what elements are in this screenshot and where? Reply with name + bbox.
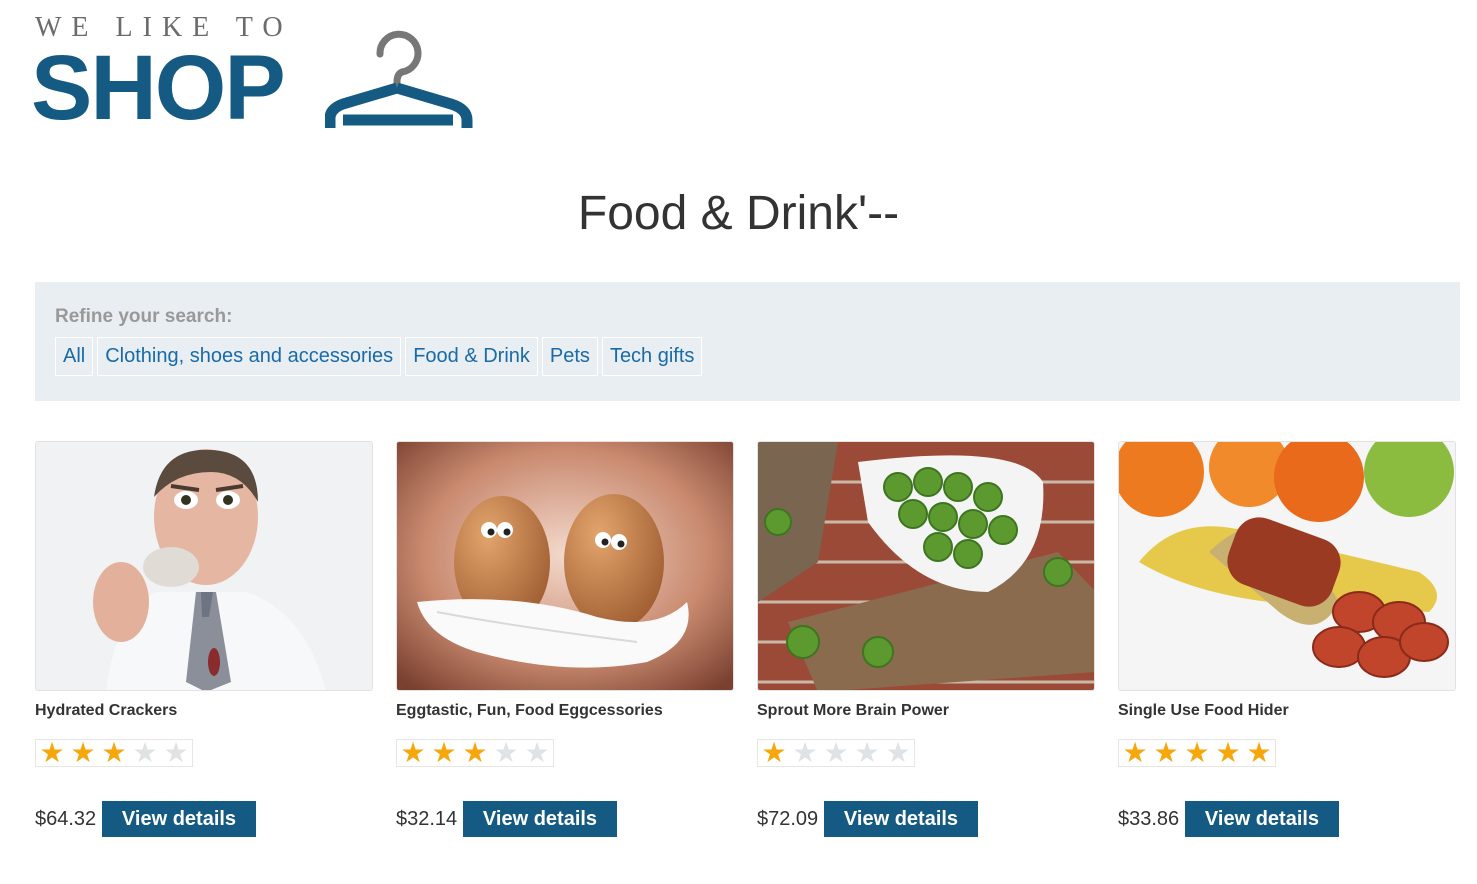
star-filled-icon: ★ [1184, 737, 1210, 768]
product-name: Sprout More Brain Power [757, 702, 950, 719]
view-details-button[interactable]: View details [1185, 801, 1339, 837]
star-filled-icon: ★ [1153, 737, 1179, 768]
star-rating: ★ ★ ★ ★ ★ [1118, 739, 1276, 767]
filter-label: Refine your search: [55, 306, 233, 327]
product-name: Single Use Food Hider [1118, 702, 1289, 719]
brussels-sprouts-image [758, 442, 1094, 690]
star-filled-icon: ★ [400, 737, 426, 768]
product-name: Eggtastic, Fun, Food Eggcessories [396, 702, 663, 719]
filter-panel: Refine your search: All Clothing, shoes … [35, 282, 1460, 401]
star-filled-icon: ★ [462, 737, 488, 768]
category-link-pets[interactable]: Pets [541, 337, 598, 376]
site-logo[interactable]: WE LIKE TO SHOP [31, 12, 475, 134]
view-details-button[interactable]: View details [463, 801, 617, 837]
category-link-food-drink[interactable]: Food & Drink [405, 337, 538, 376]
page-title: Food & Drink'-- [577, 187, 900, 240]
product-card: Single Use Food Hider ★ ★ ★ ★ ★ $33.86 View … [1118, 441, 1456, 837]
star-filled-icon: ★ [1122, 737, 1148, 768]
cartoon-eggs-image [397, 442, 733, 690]
category-link-all[interactable]: All [55, 337, 94, 376]
star-filled-icon: ★ [761, 737, 787, 768]
star-filled-icon: ★ [1246, 737, 1272, 768]
product-card: Hydrated Crackers ★ ★ ★ ★ ★ $64.32 View deta… [35, 441, 373, 837]
product-image [396, 441, 734, 691]
product-price: $33.86 [1118, 808, 1180, 830]
star-rating: ★ ★ ★ ★ ★ [757, 739, 915, 767]
logo-name: SHOP [31, 37, 286, 139]
star-filled-icon: ★ [70, 737, 96, 768]
category-link-tech-gifts[interactable]: Tech gifts [601, 337, 703, 376]
star-empty-icon: ★ [132, 737, 158, 768]
product-price: $32.14 [396, 808, 458, 830]
man-eating-cracker-image [36, 442, 372, 690]
category-link-clothing[interactable]: Clothing, shoes and accessories [97, 337, 402, 376]
star-filled-icon: ★ [101, 737, 127, 768]
product-image [35, 441, 373, 691]
product-price: $64.32 [35, 808, 97, 830]
star-filled-icon: ★ [431, 737, 457, 768]
star-empty-icon: ★ [854, 737, 880, 768]
star-empty-icon: ★ [493, 737, 519, 768]
product-card: Eggtastic, Fun, Food Eggcessories ★ ★ ★ ★ ★ … [396, 441, 734, 837]
sausage-in-banana-image [1119, 442, 1455, 690]
product-card: Sprout More Brain Power ★ ★ ★ ★ ★ $72.09 Vie… [757, 441, 1095, 837]
view-details-button[interactable]: View details [102, 801, 256, 837]
star-rating: ★ ★ ★ ★ ★ [35, 739, 193, 767]
view-details-button[interactable]: View details [824, 801, 978, 837]
star-empty-icon: ★ [524, 737, 550, 768]
star-empty-icon: ★ [885, 737, 911, 768]
category-links: All Clothing, shoes and accessories Food… [55, 337, 1440, 376]
star-rating: ★ ★ ★ ★ ★ [396, 739, 554, 767]
product-image [1118, 441, 1456, 691]
product-price: $72.09 [757, 808, 819, 830]
product-name: Hydrated Crackers [35, 702, 178, 719]
star-empty-icon: ★ [823, 737, 849, 768]
star-empty-icon: ★ [163, 737, 189, 768]
star-empty-icon: ★ [792, 737, 818, 768]
star-filled-icon: ★ [1215, 737, 1241, 768]
product-image [757, 441, 1095, 691]
star-filled-icon: ★ [39, 737, 65, 768]
hanger-icon [325, 30, 473, 128]
